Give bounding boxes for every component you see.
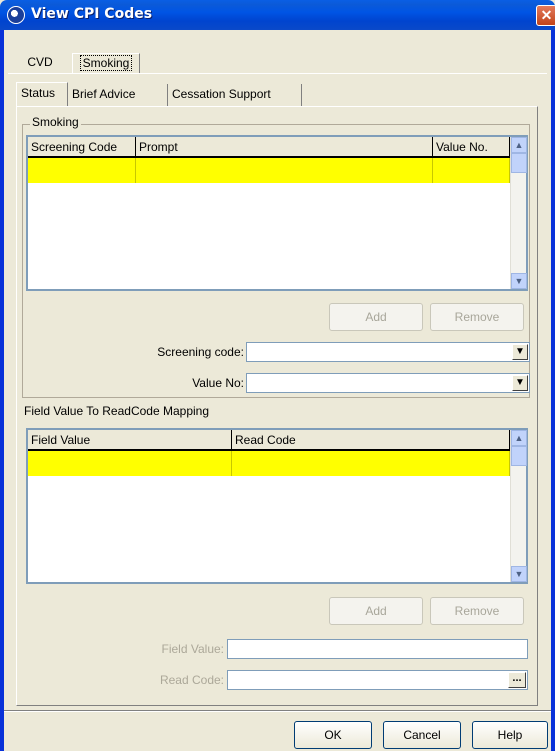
- column-header-value-no[interactable]: Value No.: [433, 137, 510, 158]
- tab-cessation-support[interactable]: Cessation Support: [168, 84, 302, 106]
- window-frame-left: [0, 30, 4, 751]
- chevron-down-icon[interactable]: ▼: [512, 344, 528, 360]
- add-mapping-button[interactable]: Add: [329, 597, 423, 625]
- column-header-prompt[interactable]: Prompt: [136, 137, 433, 158]
- screening-code-label: Screening code:: [157, 345, 244, 359]
- help-button[interactable]: Help: [472, 721, 548, 749]
- title-bar: View CPI Codes ✕: [0, 0, 555, 30]
- close-button[interactable]: ✕: [536, 5, 555, 26]
- tab-smoking-label: Smoking: [79, 55, 133, 71]
- vertical-scrollbar[interactable]: ▲ ▼: [510, 430, 527, 582]
- scroll-down-icon[interactable]: ▼: [511, 566, 527, 582]
- tab-cvd[interactable]: CVD: [14, 53, 66, 73]
- table-cell[interactable]: [28, 158, 136, 183]
- remove-screening-button[interactable]: Remove: [430, 303, 524, 331]
- smoking-group-label: Smoking: [30, 115, 81, 129]
- add-screening-button[interactable]: Add: [329, 303, 423, 331]
- table-cell[interactable]: [433, 158, 510, 183]
- scroll-up-icon[interactable]: ▲: [511, 137, 527, 153]
- scroll-down-icon[interactable]: ▼: [511, 273, 527, 289]
- scroll-thumb[interactable]: [511, 153, 527, 173]
- grid-header: Screening Code Prompt Value No.: [28, 137, 510, 158]
- column-header-read-code[interactable]: Read Code: [232, 430, 510, 451]
- table-cell[interactable]: [28, 451, 232, 476]
- cancel-button[interactable]: Cancel: [383, 721, 461, 749]
- table-row[interactable]: [28, 158, 510, 183]
- read-code-label: Read Code:: [159, 673, 224, 687]
- app-icon: [7, 6, 25, 24]
- screening-code-grid[interactable]: Screening Code Prompt Value No. ▲ ▼: [26, 135, 528, 291]
- field-value-mapping-grid[interactable]: Field Value Read Code ▲ ▼: [26, 428, 528, 584]
- screening-code-select[interactable]: ▼: [246, 342, 530, 362]
- scroll-up-icon[interactable]: ▲: [511, 430, 527, 446]
- ok-button[interactable]: OK: [294, 721, 372, 749]
- column-header-screening-code[interactable]: Screening Code: [28, 137, 136, 158]
- vertical-scrollbar[interactable]: ▲ ▼: [510, 137, 527, 289]
- footer-divider: [4, 710, 551, 712]
- outer-tab-divider: [8, 73, 547, 74]
- table-row[interactable]: [28, 451, 510, 476]
- field-value-label: Field Value:: [161, 642, 224, 656]
- grid-header: Field Value Read Code: [28, 430, 510, 451]
- window-title: View CPI Codes: [31, 6, 153, 22]
- tab-smoking[interactable]: Smoking: [72, 53, 140, 73]
- window-frame-right: [551, 30, 555, 751]
- read-code-input[interactable]: ...: [227, 670, 528, 690]
- value-no-label: Value No:: [192, 376, 244, 390]
- tab-brief-advice[interactable]: Brief Advice: [68, 84, 168, 106]
- field-value-input[interactable]: [227, 639, 528, 659]
- table-cell[interactable]: [232, 451, 510, 476]
- value-no-select[interactable]: ▼: [246, 373, 530, 393]
- column-header-field-value[interactable]: Field Value: [28, 430, 232, 451]
- tab-status[interactable]: Status: [16, 82, 68, 106]
- remove-mapping-button[interactable]: Remove: [430, 597, 524, 625]
- table-cell[interactable]: [136, 158, 433, 183]
- browse-button[interactable]: ...: [508, 672, 526, 688]
- scroll-thumb[interactable]: [511, 446, 527, 466]
- mapping-section-label: Field Value To ReadCode Mapping: [24, 404, 210, 418]
- chevron-down-icon[interactable]: ▼: [512, 375, 528, 391]
